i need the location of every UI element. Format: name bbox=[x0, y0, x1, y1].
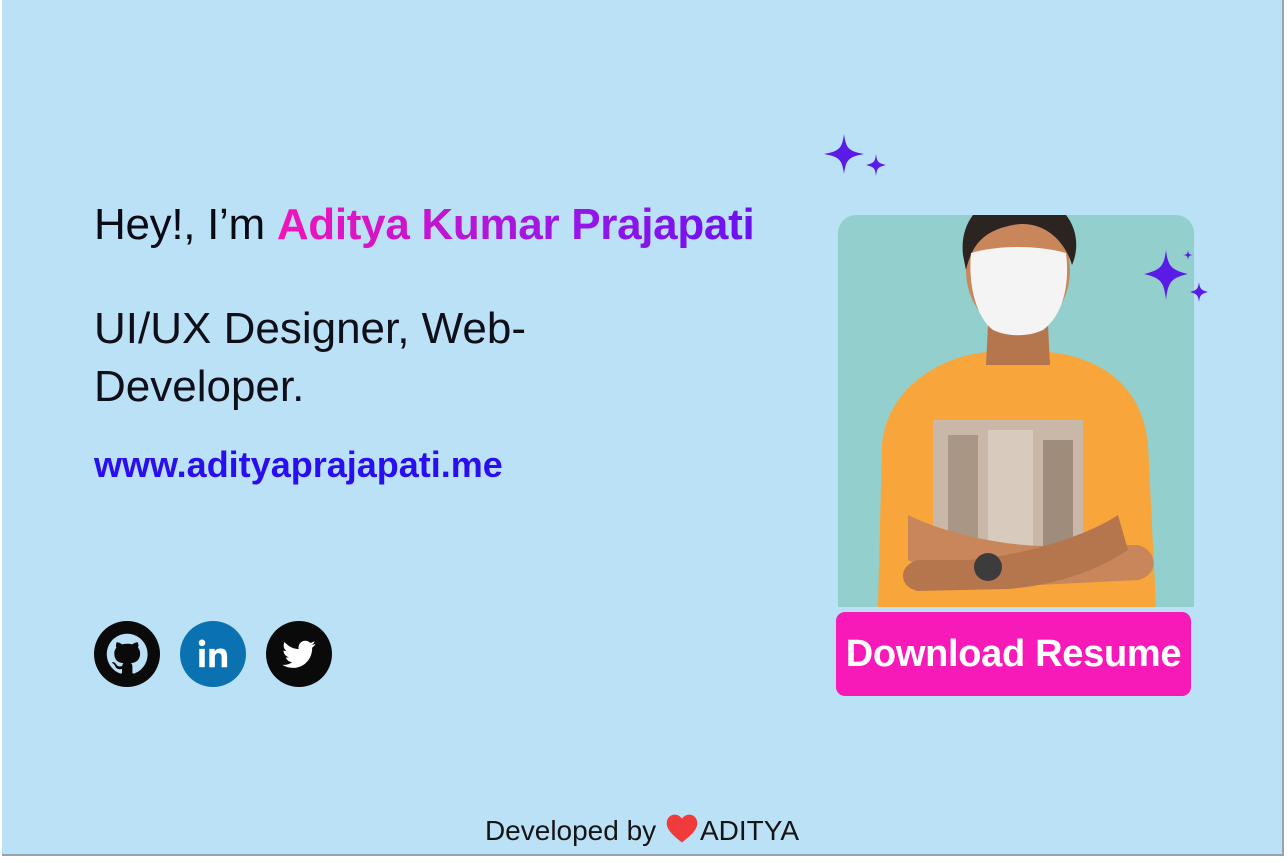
role-title: UI/UX Designer, Web-Developer. bbox=[94, 304, 527, 411]
twitter-link[interactable] bbox=[266, 621, 332, 687]
footer: Developed by ADITYA bbox=[2, 812, 1282, 847]
portfolio-card: Hey!, I’m Aditya Kumar Prajapati UI/UX D… bbox=[2, 0, 1284, 856]
footer-prefix: Developed by bbox=[484, 815, 664, 846]
linkedin-link[interactable] bbox=[180, 621, 246, 687]
linkedin-icon bbox=[198, 639, 228, 668]
twitter-icon bbox=[282, 640, 316, 668]
social-links bbox=[94, 621, 332, 687]
github-icon bbox=[106, 633, 148, 674]
download-resume-button[interactable]: Download Resume bbox=[836, 612, 1191, 696]
hero-name: Aditya Kumar Prajapati bbox=[276, 200, 755, 249]
sparkle-icon bbox=[824, 134, 886, 176]
sparkle-icon bbox=[1144, 250, 1208, 302]
website-link[interactable]: www.adityaprajapati.me bbox=[94, 444, 503, 486]
greeting-prefix: Hey!, I’m bbox=[94, 200, 277, 249]
greeting-heading: Hey!, I’m Aditya Kumar Prajapati bbox=[94, 200, 755, 250]
heart-icon bbox=[666, 814, 698, 843]
footer-author: ADITYA bbox=[699, 815, 800, 846]
github-link[interactable] bbox=[94, 621, 160, 687]
